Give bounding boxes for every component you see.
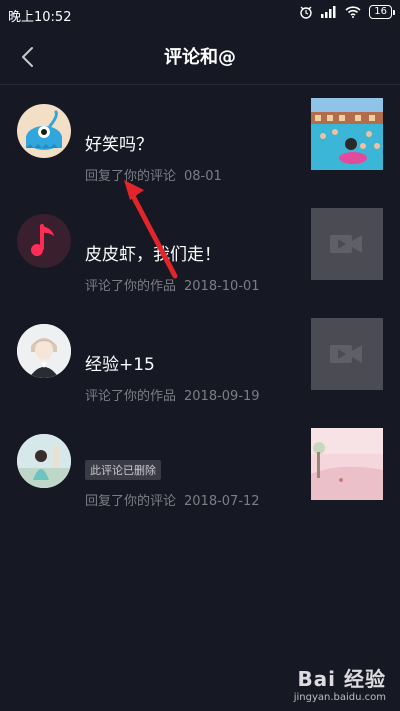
- item-title: 好笑吗？: [85, 135, 153, 155]
- item-meta: 评论了你的作品 2018-09-19: [85, 385, 260, 404]
- nav-bar: 评论和@: [0, 28, 400, 85]
- deleted-comment-badge: 此评论已删除: [85, 460, 161, 480]
- anime-boy-avatar: [17, 324, 71, 378]
- watermark-brand: Bai 经验: [297, 667, 386, 691]
- alarm-icon: [300, 6, 312, 19]
- avatar[interactable]: [17, 434, 71, 488]
- item-date: 2018-07-12: [184, 494, 260, 509]
- video-thumbnail[interactable]: [311, 208, 383, 280]
- list-item[interactable]: 经验+15 评论了你的作品 2018-09-19: [0, 305, 400, 415]
- video-thumbnail[interactable]: [311, 318, 383, 390]
- watermark-url: jingyan.baidu.com: [293, 692, 386, 703]
- video-camera-icon: [330, 235, 362, 253]
- item-meta: 回复了你的评论 08-01: [85, 165, 222, 184]
- watermark: Bai 经验 jingyan.baidu.com: [294, 663, 386, 703]
- avatar[interactable]: [17, 214, 71, 268]
- item-date: 2018-10-01: [184, 279, 260, 294]
- page-title: 评论和@: [164, 47, 236, 68]
- item-action: 回复了你的评论: [85, 494, 177, 509]
- item-action: 评论了你的作品: [85, 279, 177, 294]
- item-title: 经验+15: [85, 355, 155, 375]
- signal-icon: [321, 6, 336, 18]
- girl-photo-avatar: [17, 434, 71, 488]
- video-thumbnail[interactable]: [311, 428, 383, 500]
- pool-photo: [311, 98, 383, 170]
- battery-icon: 16: [369, 5, 395, 19]
- item-meta: 回复了你的评论 2018-07-12: [85, 490, 260, 509]
- music-note-icon: [17, 214, 71, 268]
- wifi-icon: [345, 6, 361, 18]
- notification-list: 好笑吗？ 回复了你的评论 08-01 皮皮虾，我们走！ 评论了你的作品 2018…: [0, 85, 400, 525]
- item-meta: 评论了你的作品 2018-10-01: [85, 275, 260, 294]
- status-icons: 16: [299, 5, 395, 19]
- video-camera-icon: [330, 345, 362, 363]
- list-item[interactable]: 此评论已删除 回复了你的评论 2018-07-12: [0, 415, 400, 525]
- item-action: 评论了你的作品: [85, 389, 177, 404]
- item-date: 08-01: [184, 169, 222, 184]
- list-item[interactable]: 皮皮虾，我们走！ 评论了你的作品 2018-10-01: [0, 195, 400, 305]
- monster-avatar-icon: [26, 110, 62, 150]
- avatar[interactable]: [17, 324, 71, 378]
- video-thumbnail[interactable]: [311, 98, 383, 170]
- status-time: 晚上10:52: [8, 10, 72, 25]
- pink-scene-photo: [311, 428, 383, 500]
- item-date: 2018-09-19: [184, 389, 260, 404]
- status-bar: 晚上10:52 16: [0, 0, 400, 28]
- item-title: 皮皮虾，我们走！: [85, 245, 221, 265]
- avatar[interactable]: [17, 104, 71, 158]
- item-action: 回复了你的评论: [85, 169, 177, 184]
- list-item[interactable]: 好笑吗？ 回复了你的评论 08-01: [0, 85, 400, 195]
